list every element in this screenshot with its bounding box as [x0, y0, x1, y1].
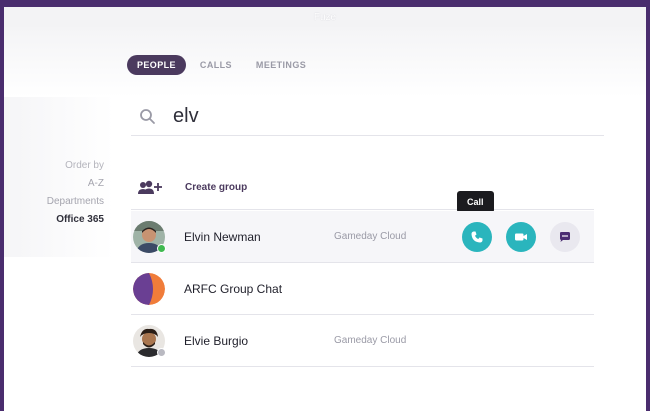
- order-by-panel: Order by A-Z Departments Office 365: [20, 157, 104, 229]
- phone-icon: [471, 231, 483, 243]
- group-avatar: [133, 272, 165, 305]
- video-icon: [515, 233, 527, 241]
- avatar: [133, 324, 166, 357]
- chat-icon: [560, 232, 570, 242]
- contact-department: Gameday Cloud: [334, 335, 407, 346]
- contact-row[interactable]: Elvin Newman Gameday Cloud: [131, 211, 594, 263]
- presence-offline-dot: [157, 347, 166, 357]
- contact-name: Elvie Burgio: [184, 333, 249, 348]
- call-tooltip: Call: [457, 191, 494, 213]
- contact-department: Gameday Cloud: [334, 231, 407, 242]
- header-background: [4, 27, 646, 97]
- chat-button[interactable]: [550, 222, 580, 252]
- order-option-office-365[interactable]: Office 365: [20, 211, 104, 229]
- search-input[interactable]: [173, 105, 533, 128]
- video-call-button[interactable]: [506, 222, 536, 252]
- window-title: Fuze: [313, 12, 337, 23]
- order-by-title: Order by: [65, 160, 104, 171]
- order-option-a-z[interactable]: A-Z: [20, 175, 104, 193]
- tab-calls[interactable]: CALLS: [190, 55, 242, 75]
- create-group-label: Create group: [185, 182, 248, 193]
- call-button[interactable]: [462, 222, 492, 252]
- tab-bar: PEOPLE CALLS MEETINGS: [127, 53, 316, 77]
- contact-row[interactable]: ARFC Group Chat: [131, 263, 594, 315]
- contact-name: Elvin Newman: [184, 229, 261, 244]
- contact-row[interactable]: Elvie Burgio Gameday Cloud: [131, 315, 594, 367]
- create-group-row[interactable]: Create group: [131, 166, 594, 210]
- search-icon: [140, 108, 155, 124]
- tab-people[interactable]: PEOPLE: [127, 55, 186, 75]
- title-bar: Fuze: [4, 7, 646, 27]
- search-bar: [131, 98, 604, 136]
- tab-meetings[interactable]: MEETINGS: [246, 55, 316, 75]
- add-group-icon: [138, 180, 162, 194]
- contact-name: ARFC Group Chat: [184, 281, 283, 296]
- avatar: [133, 220, 166, 253]
- presence-online-dot: [157, 243, 166, 253]
- order-option-departments[interactable]: Departments: [20, 193, 104, 211]
- group-chat-icon: [133, 272, 165, 305]
